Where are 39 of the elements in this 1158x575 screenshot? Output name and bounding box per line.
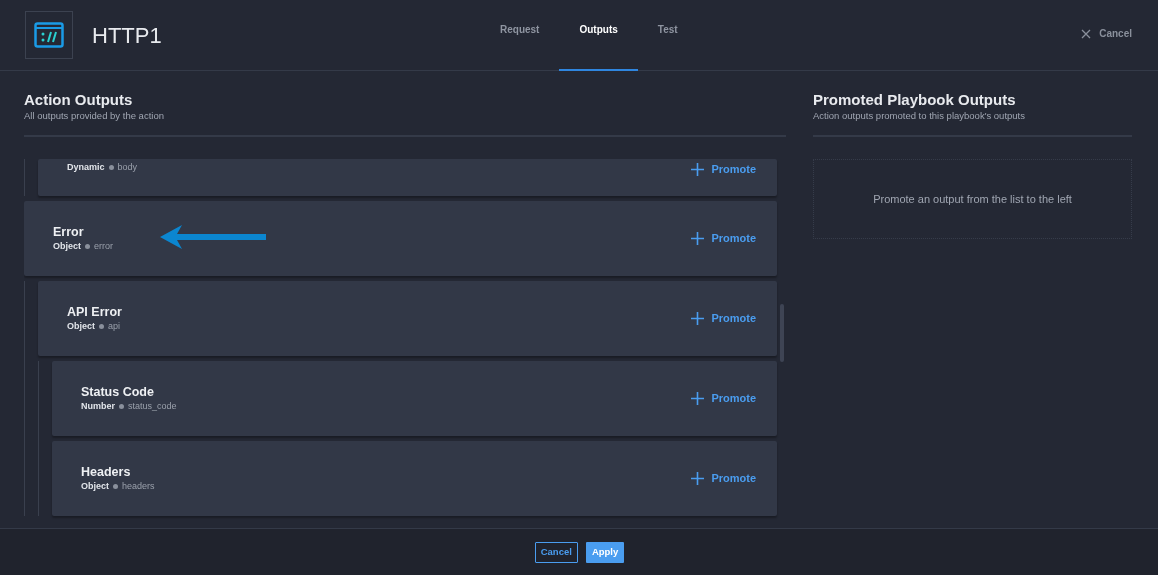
plus-icon [691, 392, 705, 405]
output-key: status_code [128, 400, 177, 413]
section-title: Promoted Playbook Outputs [813, 91, 1017, 109]
output-type: Number [81, 400, 115, 413]
output-title: API Error [67, 304, 122, 320]
output-key: error [94, 240, 114, 253]
plus-icon [691, 312, 705, 325]
close-icon [1081, 28, 1092, 39]
plus-icon [691, 232, 705, 245]
tab[interactable]: Test [637, 0, 698, 71]
section-title: Action Outputs [24, 91, 134, 109]
promote-button[interactable]: Promote [691, 230, 756, 247]
empty-message: Promote an output from the list to the left [873, 191, 1072, 207]
output-title: Error [53, 224, 84, 240]
promote-button[interactable]: Promote [691, 390, 756, 407]
output-title: Status Code [81, 384, 154, 400]
output-key: body [117, 161, 138, 174]
tab[interactable]: Request [480, 0, 560, 71]
cancel-button[interactable]: Cancel [534, 541, 578, 563]
output-type: Dynamic [67, 161, 105, 174]
output-title: Headers [81, 464, 131, 480]
section-subtitle: Action outputs promoted to this playbook's outputs [813, 109, 1026, 122]
promote-button[interactable]: Promote [691, 470, 756, 487]
apply-button[interactable]: Apply [585, 541, 625, 563]
app-icon [25, 11, 73, 59]
plus-icon [691, 162, 705, 176]
scrollbar-thumb[interactable] [780, 304, 784, 362]
output-key: headers [122, 480, 155, 493]
output-type: Object [67, 320, 95, 333]
promote-button[interactable]: Promote [691, 310, 756, 327]
promote-button[interactable]: Promote [691, 161, 756, 178]
section-subtitle: All outputs provided by the action [24, 109, 165, 122]
output-type: Object [53, 240, 81, 253]
output-type: Object [81, 480, 109, 493]
window-title: HTTP1 [92, 21, 162, 50]
tab[interactable]: Outputs [559, 0, 638, 71]
plus-icon [691, 472, 705, 485]
cancel-button[interactable]: Cancel [1081, 26, 1132, 41]
output-key: api [108, 320, 121, 333]
